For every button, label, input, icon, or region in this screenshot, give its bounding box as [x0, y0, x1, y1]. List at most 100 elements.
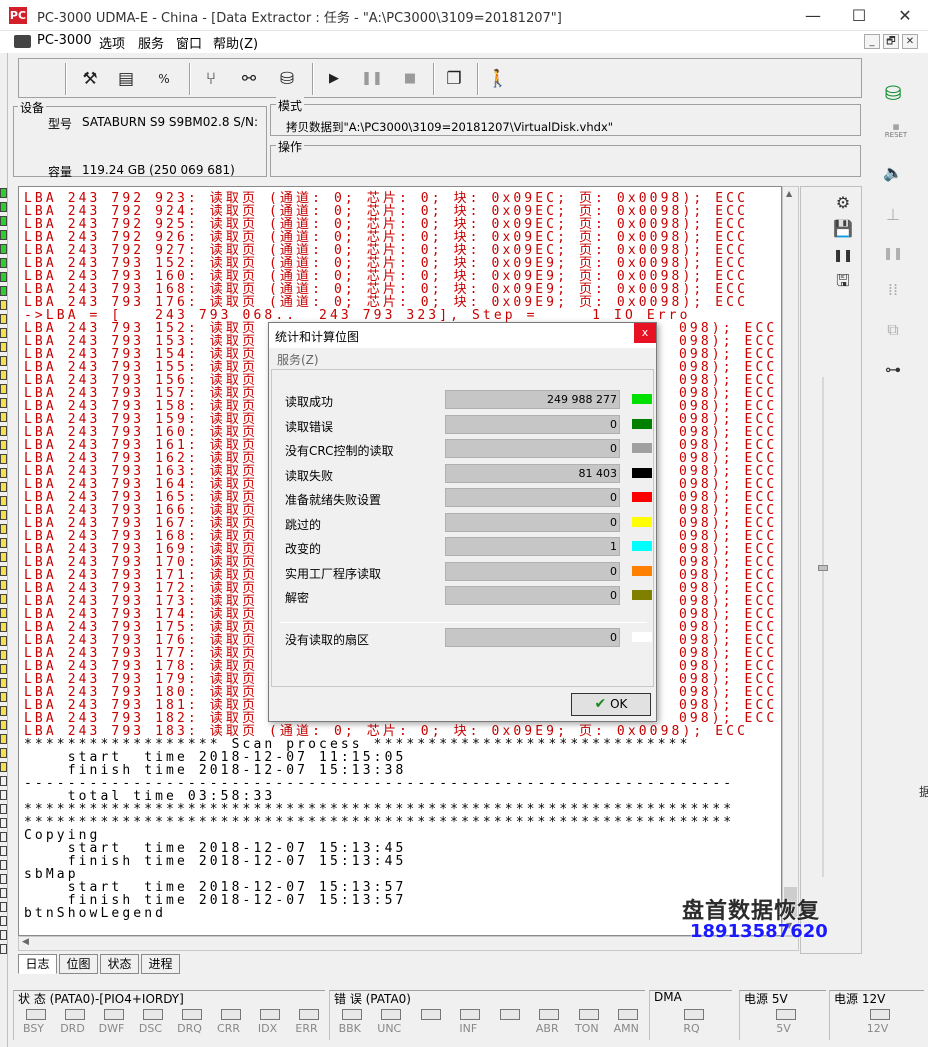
mdi-minimize-button[interactable]: _ [864, 34, 880, 49]
stop-icon[interactable]: ■ [395, 65, 425, 93]
operation-group-label: 操作 [276, 138, 305, 155]
stat-value: 0 [445, 439, 620, 458]
dialog-menu-service[interactable]: 服务(Z) [277, 351, 319, 368]
stat-label: 读取错误 [285, 419, 334, 434]
stat-color-swatch [632, 492, 652, 502]
left-indicator [0, 314, 7, 324]
stat-row: 没有CRC控制的读取 0 [285, 439, 655, 461]
slider-track[interactable] [822, 377, 824, 877]
cross-copy-icon[interactable]: ⧉ [881, 318, 905, 342]
dialog-close-button[interactable]: x [634, 323, 656, 343]
pause-icon[interactable]: ❚❚ [831, 243, 855, 267]
device-group-label: 设备 [18, 99, 47, 116]
left-indicator [0, 496, 7, 506]
stat-row: 读取失败 81 403 [285, 463, 655, 486]
stat-value-text: 0 [610, 589, 617, 602]
model-value: SATABURN S9 S9BM02.8 S/N: [82, 115, 258, 129]
stats-panel: 读取成功 249 988 277 读取错误 0 没有CRC控制的读取 0 读取失败 81 40… [271, 369, 654, 687]
stat-row: 解密 0 [285, 586, 655, 608]
led-label: IDX [257, 1022, 278, 1035]
left-indicator [0, 202, 7, 212]
led-indicator [298, 1009, 319, 1020]
percent-icon[interactable]: % [149, 65, 179, 93]
save-as-icon[interactable]: 🖫 [831, 269, 855, 293]
mdi-restore-button[interactable]: 🗗 [883, 34, 899, 49]
mode-text: 拷贝数据到"A:\PC3000\3109=20181207\VirtualDis… [286, 120, 614, 134]
save-icon[interactable]: 💾 [831, 217, 855, 241]
led-label: DRQ [177, 1022, 202, 1035]
stat-color-swatch [632, 443, 652, 453]
log-line: finish time 2018-12-07 15:13:45 [24, 854, 407, 869]
tab-bitmap[interactable]: 位图 [59, 954, 98, 974]
app-menu-icon[interactable] [14, 35, 31, 48]
stat-color-swatch [632, 467, 652, 478]
connector-icon[interactable]: ⊶ [881, 358, 905, 382]
tab-log[interactable]: 日志 [18, 954, 57, 974]
led-label: DSC [138, 1022, 163, 1035]
menu-bar: PC-3000 选项 服务 窗口 帮助(Z) _ 🗗 ✕ [0, 31, 928, 53]
stat-row-unread: 没有读取的扇区 0 [285, 628, 655, 650]
led-indicator [618, 1009, 639, 1020]
stat-value: 1 [445, 537, 620, 556]
log-horizontal-scrollbar[interactable]: ◀ [18, 936, 799, 951]
mdi-close-button[interactable]: ✕ [902, 34, 918, 49]
stat-row: 实用工厂程序读取 0 [285, 561, 655, 584]
stat-value: 81 403 [445, 463, 620, 483]
ok-button[interactable]: ✔ OK [571, 693, 651, 716]
left-indicator [0, 300, 7, 310]
slider-thumb[interactable] [818, 565, 828, 571]
drive-power-icon[interactable]: ⛁ [881, 81, 905, 105]
fork-icon[interactable]: ⑂ [196, 65, 226, 93]
log-line: btnShowLegend [24, 906, 167, 921]
menu-help[interactable]: 帮助(Z) [213, 33, 258, 52]
play-icon[interactable]: ▶ [319, 65, 349, 93]
stat-value-text: 81 403 [578, 466, 618, 480]
scroll-left-icon[interactable]: ◀ [22, 937, 29, 947]
left-indicator [0, 916, 7, 926]
stat-value-text: 0 [610, 564, 617, 578]
menu-options[interactable]: 选项 [99, 33, 125, 52]
left-indicator [0, 902, 7, 912]
menu-pc3000[interactable]: PC-3000 [37, 33, 92, 48]
pins-icon[interactable]: ⁞⁞ [881, 278, 905, 302]
led-label: CRR [217, 1022, 240, 1035]
sidebar-pause-icon[interactable]: ❚❚ [881, 241, 905, 265]
menu-service[interactable]: 服务 [138, 33, 164, 52]
left-indicator [0, 664, 7, 674]
main-toolbar: ⚒ ▤ % ⑂ ⚯ ⛁ ▶ ❚❚ ■ ❐ 🚶 [18, 58, 862, 98]
minimize-button[interactable]: — [790, 0, 836, 31]
disk-arrow-icon[interactable]: ⛁ [272, 65, 302, 93]
menu-window[interactable]: 窗口 [176, 33, 202, 52]
walker-icon[interactable]: 🚶 [483, 65, 513, 93]
log-vertical-scrollbar[interactable]: ▲ ▼ [782, 186, 799, 936]
toolbar-separator [65, 63, 67, 95]
tab-process[interactable]: 进程 [141, 954, 180, 974]
left-indicator [0, 832, 7, 842]
reset-icon[interactable]: ▦ RESET [881, 123, 911, 139]
binoculars-icon[interactable]: ⚯ [234, 65, 264, 93]
jumper-icon[interactable]: ⊥ [881, 203, 905, 227]
pause-icon[interactable]: ❚❚ [357, 65, 387, 93]
close-button[interactable]: ✕ [882, 0, 928, 31]
stat-value-text: 0 [610, 515, 617, 529]
left-indicator [0, 650, 7, 660]
speaker-icon[interactable]: 🔈 [881, 161, 905, 185]
left-indicator [0, 258, 7, 268]
log-tools-panel: ⚙ 💾 ❚❚ 🖫 [800, 186, 862, 954]
windows-icon[interactable]: ❐ [439, 65, 469, 93]
maximize-button[interactable]: ☐ [836, 0, 882, 31]
tab-status[interactable]: 状态 [100, 954, 139, 974]
capacity-value: 119.24 GB (250 069 681) [82, 163, 235, 177]
left-indicator [0, 216, 7, 226]
tools-icon[interactable]: ⚒ [75, 65, 105, 93]
stat-color-swatch [632, 565, 652, 576]
left-indicator [0, 734, 7, 744]
left-indicator [0, 874, 7, 884]
save-disk-icon[interactable]: ▤ [111, 65, 141, 93]
led-label: AMN [613, 1022, 639, 1035]
scroll-up-icon[interactable]: ▲ [786, 189, 792, 198]
settings-icon[interactable]: ⚙ [831, 191, 855, 215]
stat-color-swatch [632, 516, 652, 527]
right-sidebar: ⛁ ▦ RESET 🔈 ⊥ ❚❚ ⁞⁞ ⧉ ⊶ 据 [869, 53, 928, 993]
stat-value: 0 [445, 561, 620, 581]
